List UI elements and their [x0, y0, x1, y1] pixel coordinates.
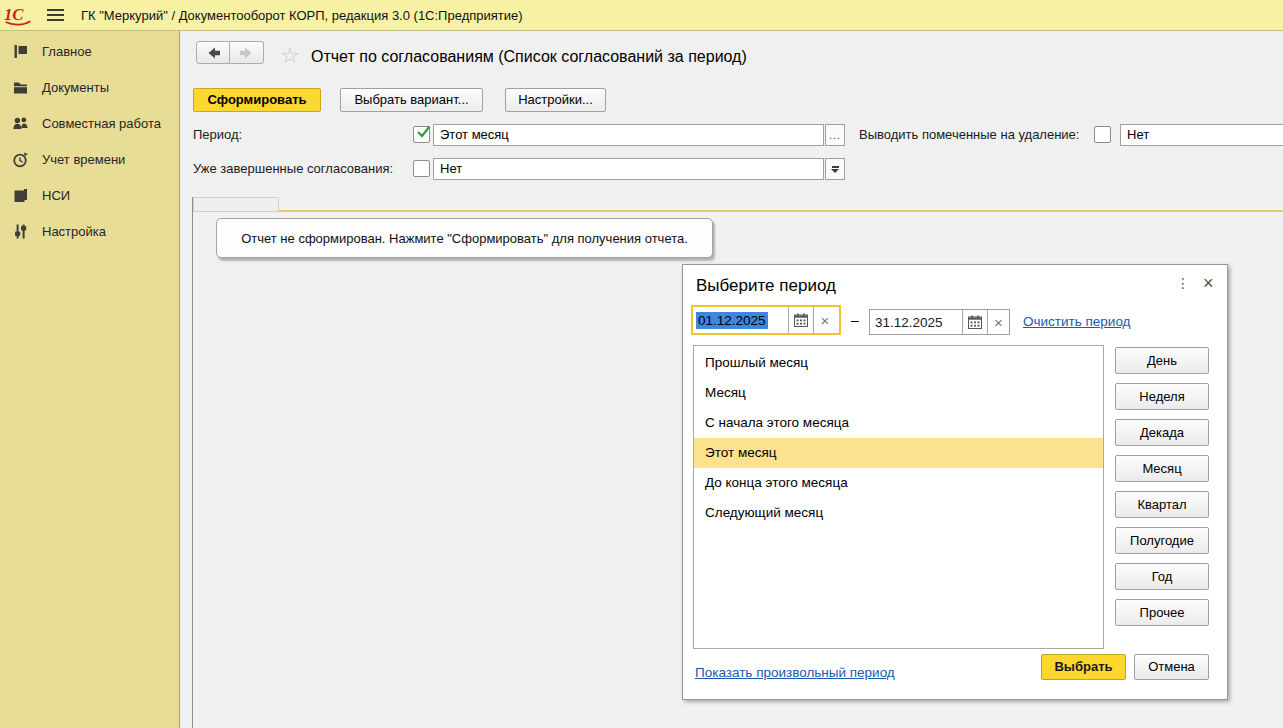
deleted-checkbox[interactable] — [1094, 126, 1111, 143]
period-options-list: Прошлый месяц Месяц С начала этого месяц… — [693, 345, 1104, 649]
calendar-icon — [794, 313, 808, 327]
period-option-selected[interactable]: Этот месяц — [694, 438, 1103, 468]
sliders-icon — [12, 223, 29, 240]
back-button[interactable] — [196, 41, 230, 64]
period-week-button[interactable]: Неделя — [1115, 383, 1209, 410]
period-input[interactable]: Этот месяц — [433, 124, 824, 146]
flag-icon — [12, 43, 29, 60]
period-more-button[interactable]: ... — [825, 124, 845, 146]
finished-checkbox[interactable] — [413, 160, 430, 177]
dialog-menu-icon[interactable]: ⋮ — [1176, 275, 1190, 291]
book-icon — [12, 187, 29, 204]
period-checkbox[interactable] — [413, 126, 430, 143]
date-from-group: 01.12.2025 × — [691, 305, 841, 335]
sidebar-item-documents[interactable]: Документы — [0, 69, 179, 105]
people-icon — [12, 115, 29, 132]
period-month-button[interactable]: Месяц — [1115, 455, 1209, 482]
period-day-button[interactable]: День — [1115, 347, 1209, 374]
sidebar-item-time-tracking[interactable]: Учет времени — [0, 141, 179, 177]
finished-input[interactable]: Нет — [433, 158, 824, 180]
sidebar-item-collaboration[interactable]: Совместная работа — [0, 105, 179, 141]
clock-icon — [12, 151, 29, 168]
top-bar: 1С ГК "Меркурий" / Документооборот КОРП,… — [0, 0, 1283, 31]
settings-button[interactable]: Настройки... — [505, 88, 606, 112]
period-other-button[interactable]: Прочее — [1115, 599, 1209, 626]
svg-text:1С: 1С — [4, 5, 24, 24]
period-label: Период: — [193, 127, 242, 142]
cancel-button[interactable]: Отмена — [1134, 654, 1209, 680]
dialog-title: Выберите период — [696, 276, 836, 296]
sidebar: Главное Документы Совместная работа Учет… — [0, 31, 180, 728]
sidebar-item-settings[interactable]: Настройка — [0, 213, 179, 249]
hamburger-menu-icon[interactable] — [47, 9, 64, 21]
date-from-calendar-button[interactable] — [788, 307, 813, 333]
period-halfyear-button[interactable]: Полугодие — [1115, 527, 1209, 554]
dropdown-arrow-icon — [831, 166, 839, 173]
custom-period-link[interactable]: Показать произвольный период — [695, 665, 895, 680]
clear-period-link[interactable]: Очистить период — [1023, 314, 1130, 329]
date-from-input[interactable]: 01.12.2025 — [693, 307, 788, 333]
forward-button[interactable] — [230, 41, 264, 64]
dialog-close-icon[interactable]: × — [1203, 273, 1214, 294]
sidebar-item-nsi[interactable]: НСИ — [0, 177, 179, 213]
report-tab[interactable] — [193, 197, 279, 212]
window-title: ГК "Меркурий" / Документооборот КОРП, ре… — [81, 8, 523, 23]
1c-logo: 1С — [3, 3, 33, 27]
date-range-dash: – — [846, 312, 864, 328]
period-decade-button[interactable]: Декада — [1115, 419, 1209, 446]
deleted-input[interactable]: Нет — [1120, 124, 1283, 146]
date-to-calendar-button[interactable] — [962, 310, 986, 334]
select-button[interactable]: Выбрать — [1041, 654, 1126, 680]
generate-button[interactable]: Сформировать — [193, 88, 321, 112]
period-option[interactable]: Прошлый месяц — [694, 348, 1103, 378]
report-header-strip — [193, 197, 1283, 212]
date-to-clear-button[interactable]: × — [987, 310, 1009, 334]
report-message: Отчет не сформирован. Нажмите "Сформиров… — [216, 218, 713, 258]
date-to-input[interactable]: 31.12.2025 — [870, 310, 962, 334]
check-icon — [415, 125, 432, 140]
calendar-icon — [968, 315, 982, 329]
back-arrow-icon — [205, 47, 221, 59]
sidebar-item-main[interactable]: Главное — [0, 33, 179, 69]
period-option[interactable]: Следующий месяц — [694, 498, 1103, 528]
period-year-button[interactable]: Год — [1115, 563, 1209, 590]
finished-label: Уже завершенные согласования: — [193, 161, 393, 176]
date-from-clear-button[interactable]: × — [813, 307, 836, 333]
favorite-star-icon[interactable]: ☆ — [280, 43, 300, 69]
deleted-label: Выводить помеченные на удаление: — [859, 127, 1079, 142]
period-option[interactable]: Месяц — [694, 378, 1103, 408]
choose-variant-button[interactable]: Выбрать вариант... — [340, 88, 483, 112]
finished-dropdown-button[interactable] — [825, 158, 845, 180]
period-option[interactable]: До конца этого месяца — [694, 468, 1103, 498]
period-option[interactable]: С начала этого месяца — [694, 408, 1103, 438]
date-to-group: 31.12.2025 × — [869, 309, 1010, 335]
page-title: Отчет по согласованиям (Список согласова… — [311, 48, 747, 66]
period-quarter-button[interactable]: Квартал — [1115, 491, 1209, 518]
forward-arrow-icon — [239, 47, 255, 59]
period-dialog: Выберите период ⋮ × 01.12.2025 × – 31.12… — [682, 264, 1228, 700]
folder-icon — [12, 79, 29, 96]
